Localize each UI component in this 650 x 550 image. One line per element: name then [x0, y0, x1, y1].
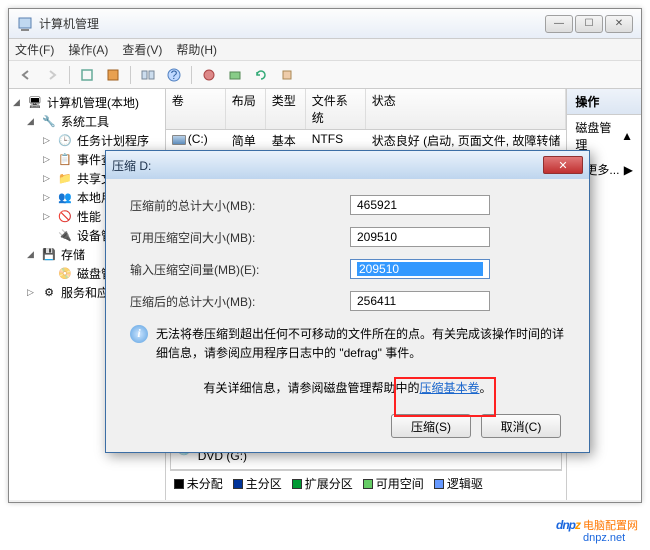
back-button[interactable]	[15, 64, 37, 86]
tree-label: 存储	[61, 246, 85, 263]
volume-icon	[172, 135, 186, 145]
event-icon: 📋	[57, 153, 73, 167]
legend: 未分配 主分区 扩展分区 可用空间 逻辑驱	[170, 470, 563, 496]
app-icon	[17, 16, 33, 32]
legend-label: 可用空间	[376, 475, 424, 492]
th-volume[interactable]: 卷	[166, 89, 226, 129]
window-buttons: — ☐ ✕	[545, 15, 633, 33]
value-before: 465921	[350, 195, 490, 215]
legend-label: 扩展分区	[305, 475, 353, 492]
tree-task[interactable]: ▷🕒任务计划程序	[11, 131, 163, 150]
perf-icon: 🚫	[57, 210, 73, 224]
value-after: 256411	[350, 291, 490, 311]
device-icon: 🔌	[57, 229, 73, 243]
tree-label: 任务计划程序	[77, 132, 149, 149]
help-icon[interactable]: ?	[163, 64, 185, 86]
watermark: dnpz 电脑配置网 dnpz.net	[556, 505, 638, 544]
up-icon: ▲	[621, 129, 633, 143]
menu-help[interactable]: 帮助(H)	[176, 41, 217, 58]
tool-icon[interactable]	[198, 64, 220, 86]
toolbar: ?	[9, 61, 641, 89]
maximize-button[interactable]: ☐	[575, 15, 603, 33]
tree-root[interactable]: ◢🖥计算机管理(本地)	[11, 93, 163, 112]
dialog-help: 有关详细信息，请参阅磁盘管理帮助中的压缩基本卷。	[130, 379, 565, 396]
label-avail: 可用压缩空间大小(MB):	[130, 229, 350, 246]
legend-label: 未分配	[187, 475, 223, 492]
menubar: 文件(F) 操作(A) 查看(V) 帮助(H)	[9, 39, 641, 61]
folder-icon: 📁	[57, 172, 73, 186]
dialog-close-button[interactable]: ✕	[543, 156, 583, 174]
table-header: 卷 布局 类型 文件系统 状态	[166, 89, 567, 130]
tree-label: 计算机管理(本地)	[47, 94, 139, 111]
th-layout[interactable]: 布局	[226, 89, 266, 129]
th-type[interactable]: 类型	[266, 89, 306, 129]
tree-systools[interactable]: ◢🔧系统工具	[11, 112, 163, 131]
shrink-amount-input[interactable]: 209510	[350, 259, 490, 279]
shrink-button[interactable]: 压缩(S)	[391, 414, 471, 438]
legend-label: 逻辑驱	[447, 475, 483, 492]
info-text: 无法将卷压缩到超出任何不可移动的文件所在的点。有关完成该操作时间的详细信息，请参…	[156, 325, 565, 363]
forward-button[interactable]	[41, 64, 63, 86]
info-icon: i	[130, 325, 148, 343]
tool-icon[interactable]	[102, 64, 124, 86]
tree-label: 性能	[77, 208, 101, 225]
th-fs[interactable]: 文件系统	[306, 89, 366, 129]
clock-icon: 🕒	[57, 134, 73, 148]
dialog-info: i 无法将卷压缩到超出任何不可移动的文件所在的点。有关完成该操作时间的详细信息，…	[130, 325, 565, 363]
value-avail: 209510	[350, 227, 490, 247]
cancel-button[interactable]: 取消(C)	[481, 414, 561, 438]
tool-icon[interactable]	[76, 64, 98, 86]
action-header: 操作	[567, 89, 641, 115]
users-icon: 👥	[57, 191, 73, 205]
table-row[interactable]: (C:)简单基本NTFS状态良好 (启动, 页面文件, 故障转储	[166, 130, 567, 151]
menu-file[interactable]: 文件(F)	[15, 41, 54, 58]
dialog-body: 压缩前的总计大小(MB): 465921 可用压缩空间大小(MB): 20951…	[106, 179, 589, 452]
minimize-button[interactable]: —	[545, 15, 573, 33]
titlebar: 计算机管理 — ☐ ✕	[9, 9, 641, 39]
tool-icon[interactable]	[224, 64, 246, 86]
dialog-form: 压缩前的总计大小(MB): 465921 可用压缩空间大小(MB): 20951…	[130, 195, 565, 311]
dialog-buttons: 压缩(S) 取消(C)	[130, 414, 565, 438]
close-button[interactable]: ✕	[605, 15, 633, 33]
tools-icon: 🔧	[41, 115, 57, 129]
arrow-icon: ▶	[624, 163, 633, 177]
tree-label: 系统工具	[61, 113, 109, 130]
storage-icon: 💾	[41, 248, 57, 262]
dialog-titlebar: 压缩 D: ✕	[106, 151, 589, 179]
disk-icon: 📀	[57, 267, 73, 281]
svg-text:?: ?	[171, 68, 178, 82]
menu-action[interactable]: 操作(A)	[68, 41, 108, 58]
help-link[interactable]: 压缩基本卷	[419, 381, 479, 395]
shrink-dialog: 压缩 D: ✕ 压缩前的总计大小(MB): 465921 可用压缩空间大小(MB…	[105, 150, 590, 453]
computer-icon: 🖥	[27, 96, 43, 110]
service-icon: ⚙	[41, 286, 57, 300]
label-before: 压缩前的总计大小(MB):	[130, 197, 350, 214]
legend-label: 主分区	[246, 475, 282, 492]
th-status[interactable]: 状态	[366, 89, 567, 129]
label-after: 压缩后的总计大小(MB):	[130, 293, 350, 310]
tool-icon[interactable]	[137, 64, 159, 86]
menu-view[interactable]: 查看(V)	[122, 41, 162, 58]
label-input: 输入压缩空间量(MB)(E):	[130, 261, 350, 278]
refresh-icon[interactable]	[250, 64, 272, 86]
tool-icon[interactable]	[276, 64, 298, 86]
window-title: 计算机管理	[39, 15, 545, 32]
dialog-title: 压缩 D:	[112, 157, 543, 174]
